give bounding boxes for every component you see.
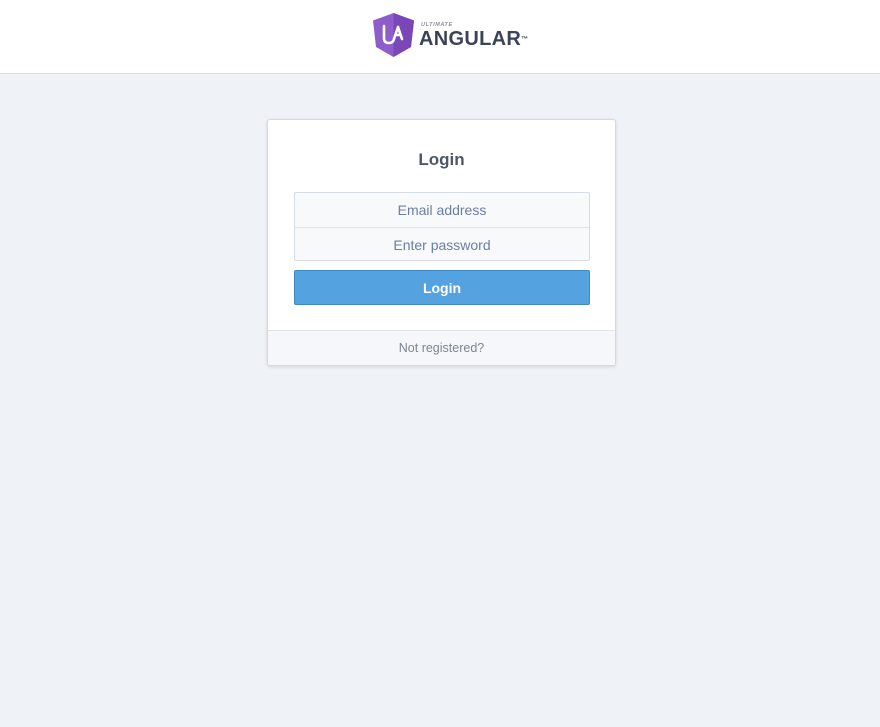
ultimate-angular-logo[interactable]: ULTIMATE ANGULAR™: [373, 13, 528, 57]
logo-wordmark: ULTIMATE ANGULAR™: [419, 13, 528, 57]
trademark-symbol: ™: [521, 36, 529, 43]
login-button[interactable]: Login: [294, 270, 590, 305]
logo-big-text: ANGULAR™: [419, 28, 528, 50]
logo-name: ANGULAR: [419, 28, 522, 50]
password-field[interactable]: [295, 227, 589, 261]
login-title: Login: [418, 150, 465, 169]
login-card-footer: Not registered?: [268, 330, 615, 365]
email-field[interactable]: [295, 193, 589, 227]
ultimate-angular-shield-icon: [373, 13, 414, 57]
not-registered-link[interactable]: Not registered?: [399, 341, 484, 355]
top-header: ULTIMATE ANGULAR™: [0, 0, 880, 74]
credentials-group: [294, 192, 590, 261]
login-card: Login Login Not registered?: [267, 119, 616, 366]
